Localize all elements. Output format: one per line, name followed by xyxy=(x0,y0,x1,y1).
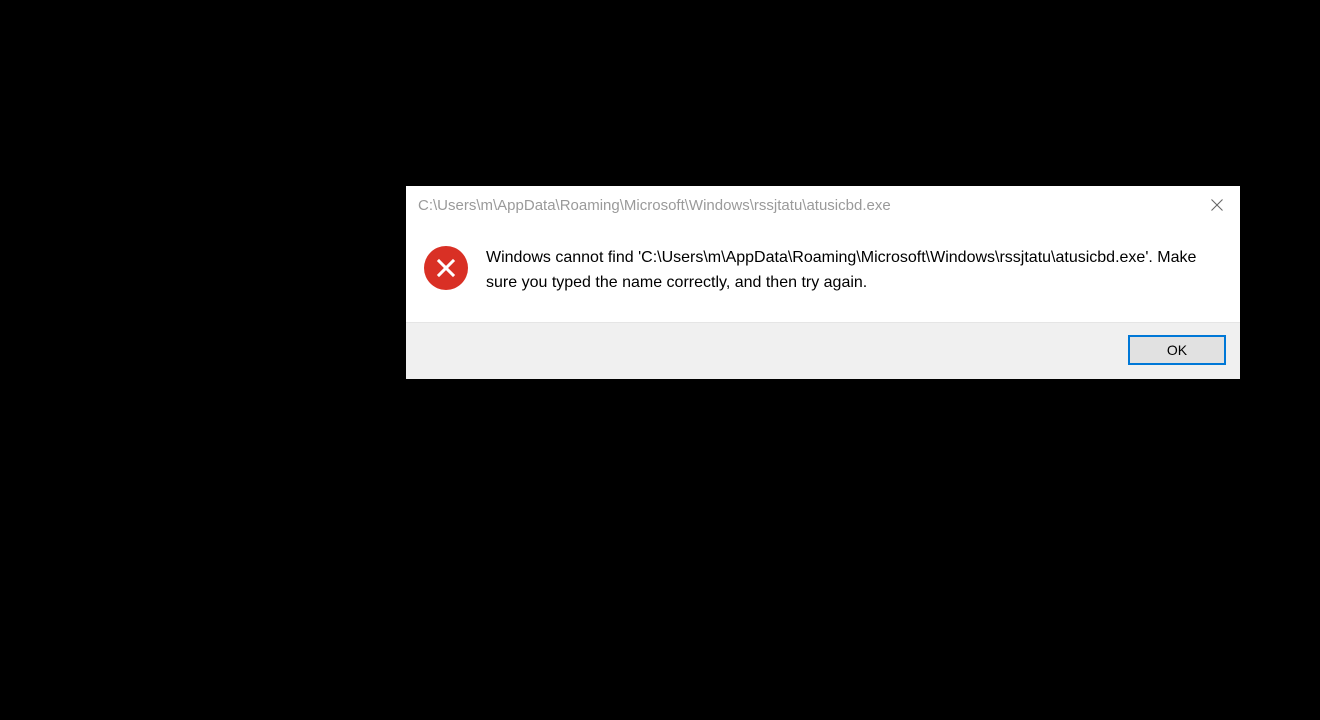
error-dialog: C:\Users\m\AppData\Roaming\Microsoft\Win… xyxy=(406,186,1240,379)
close-button[interactable] xyxy=(1194,186,1240,224)
error-message: Windows cannot find 'C:\Users\m\AppData\… xyxy=(486,246,1206,296)
close-icon xyxy=(1211,199,1223,211)
titlebar[interactable]: C:\Users\m\AppData\Roaming\Microsoft\Win… xyxy=(406,186,1240,224)
window-title: C:\Users\m\AppData\Roaming\Microsoft\Win… xyxy=(418,197,1194,214)
dialog-body: Windows cannot find 'C:\Users\m\AppData\… xyxy=(406,224,1240,322)
dialog-footer: OK xyxy=(406,322,1240,379)
ok-button[interactable]: OK xyxy=(1128,335,1226,365)
error-x-icon xyxy=(424,246,468,290)
error-icon-wrap xyxy=(424,246,468,290)
